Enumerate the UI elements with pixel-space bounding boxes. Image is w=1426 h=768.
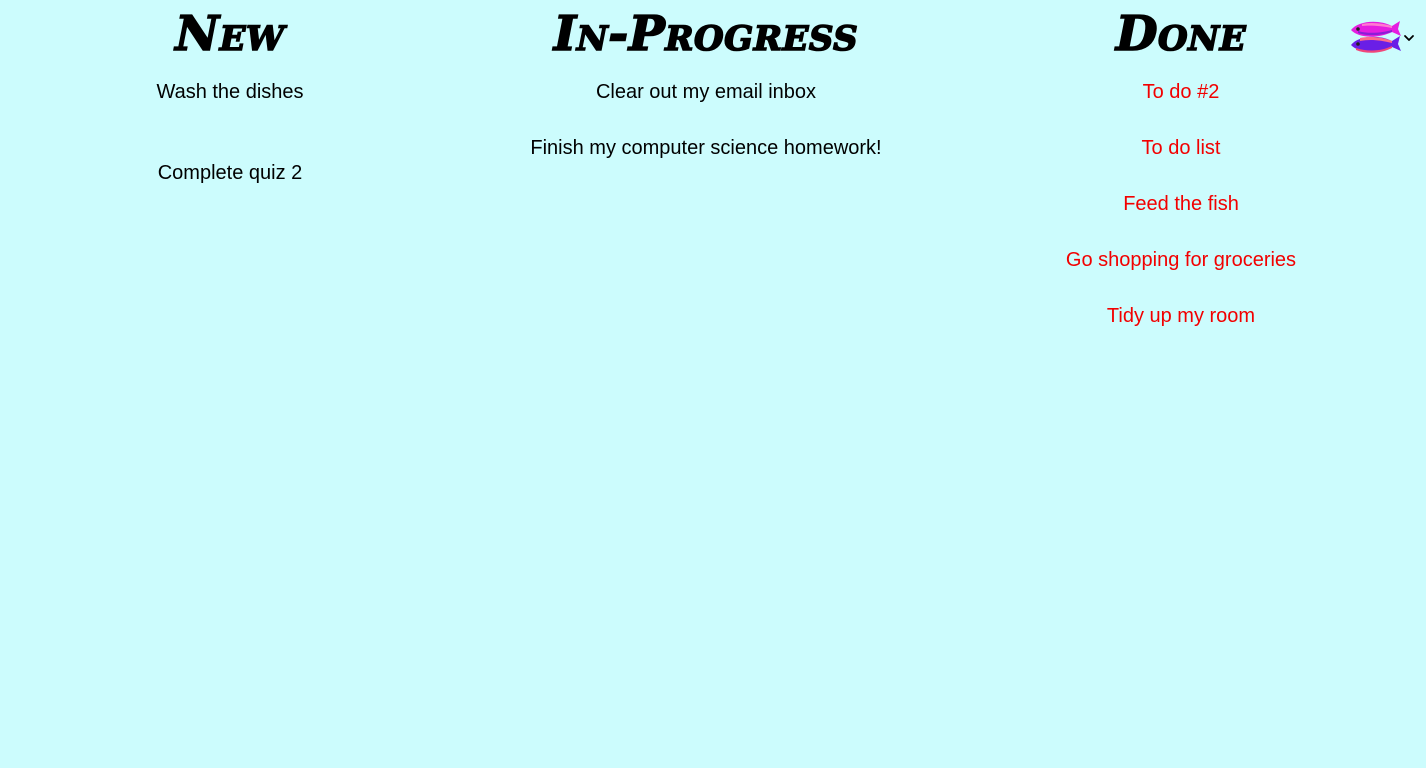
task-item-done[interactable]: Tidy up my room — [1010, 302, 1352, 330]
task-item[interactable]: Clear out my email inbox — [480, 78, 932, 106]
task-item-done[interactable]: Feed the fish — [1010, 190, 1352, 218]
task-item[interactable]: Wash the dishes — [60, 78, 400, 106]
task-item[interactable]: Finish my computer science homework! — [480, 134, 932, 162]
column-heading-done: Done — [1115, 6, 1247, 62]
task-item[interactable]: Complete quiz 2 — [60, 159, 400, 187]
chevron-down-icon — [1402, 31, 1416, 45]
column-heading-new: New — [174, 6, 285, 62]
column-new: New Wash the dishes Complete quiz 2 — [60, 0, 400, 240]
fish-logo-icon — [1348, 17, 1402, 59]
task-item-done[interactable]: Go shopping for groceries — [1010, 246, 1352, 274]
column-heading-in-progress: In-Progress — [553, 6, 859, 62]
account-menu-button[interactable] — [1348, 17, 1418, 59]
column-done: Done To do #2 To do list Feed the fish G… — [1010, 0, 1352, 358]
column-in-progress: In-Progress Clear out my email inbox Fin… — [480, 0, 932, 190]
task-list-done: To do #2 To do list Feed the fish Go sho… — [1010, 64, 1352, 330]
task-item-done[interactable]: To do #2 — [1010, 78, 1352, 106]
task-list-new: Wash the dishes Complete quiz 2 — [60, 64, 400, 187]
task-list-in-progress: Clear out my email inbox Finish my compu… — [480, 64, 932, 162]
task-item-done[interactable]: To do list — [1010, 134, 1352, 162]
